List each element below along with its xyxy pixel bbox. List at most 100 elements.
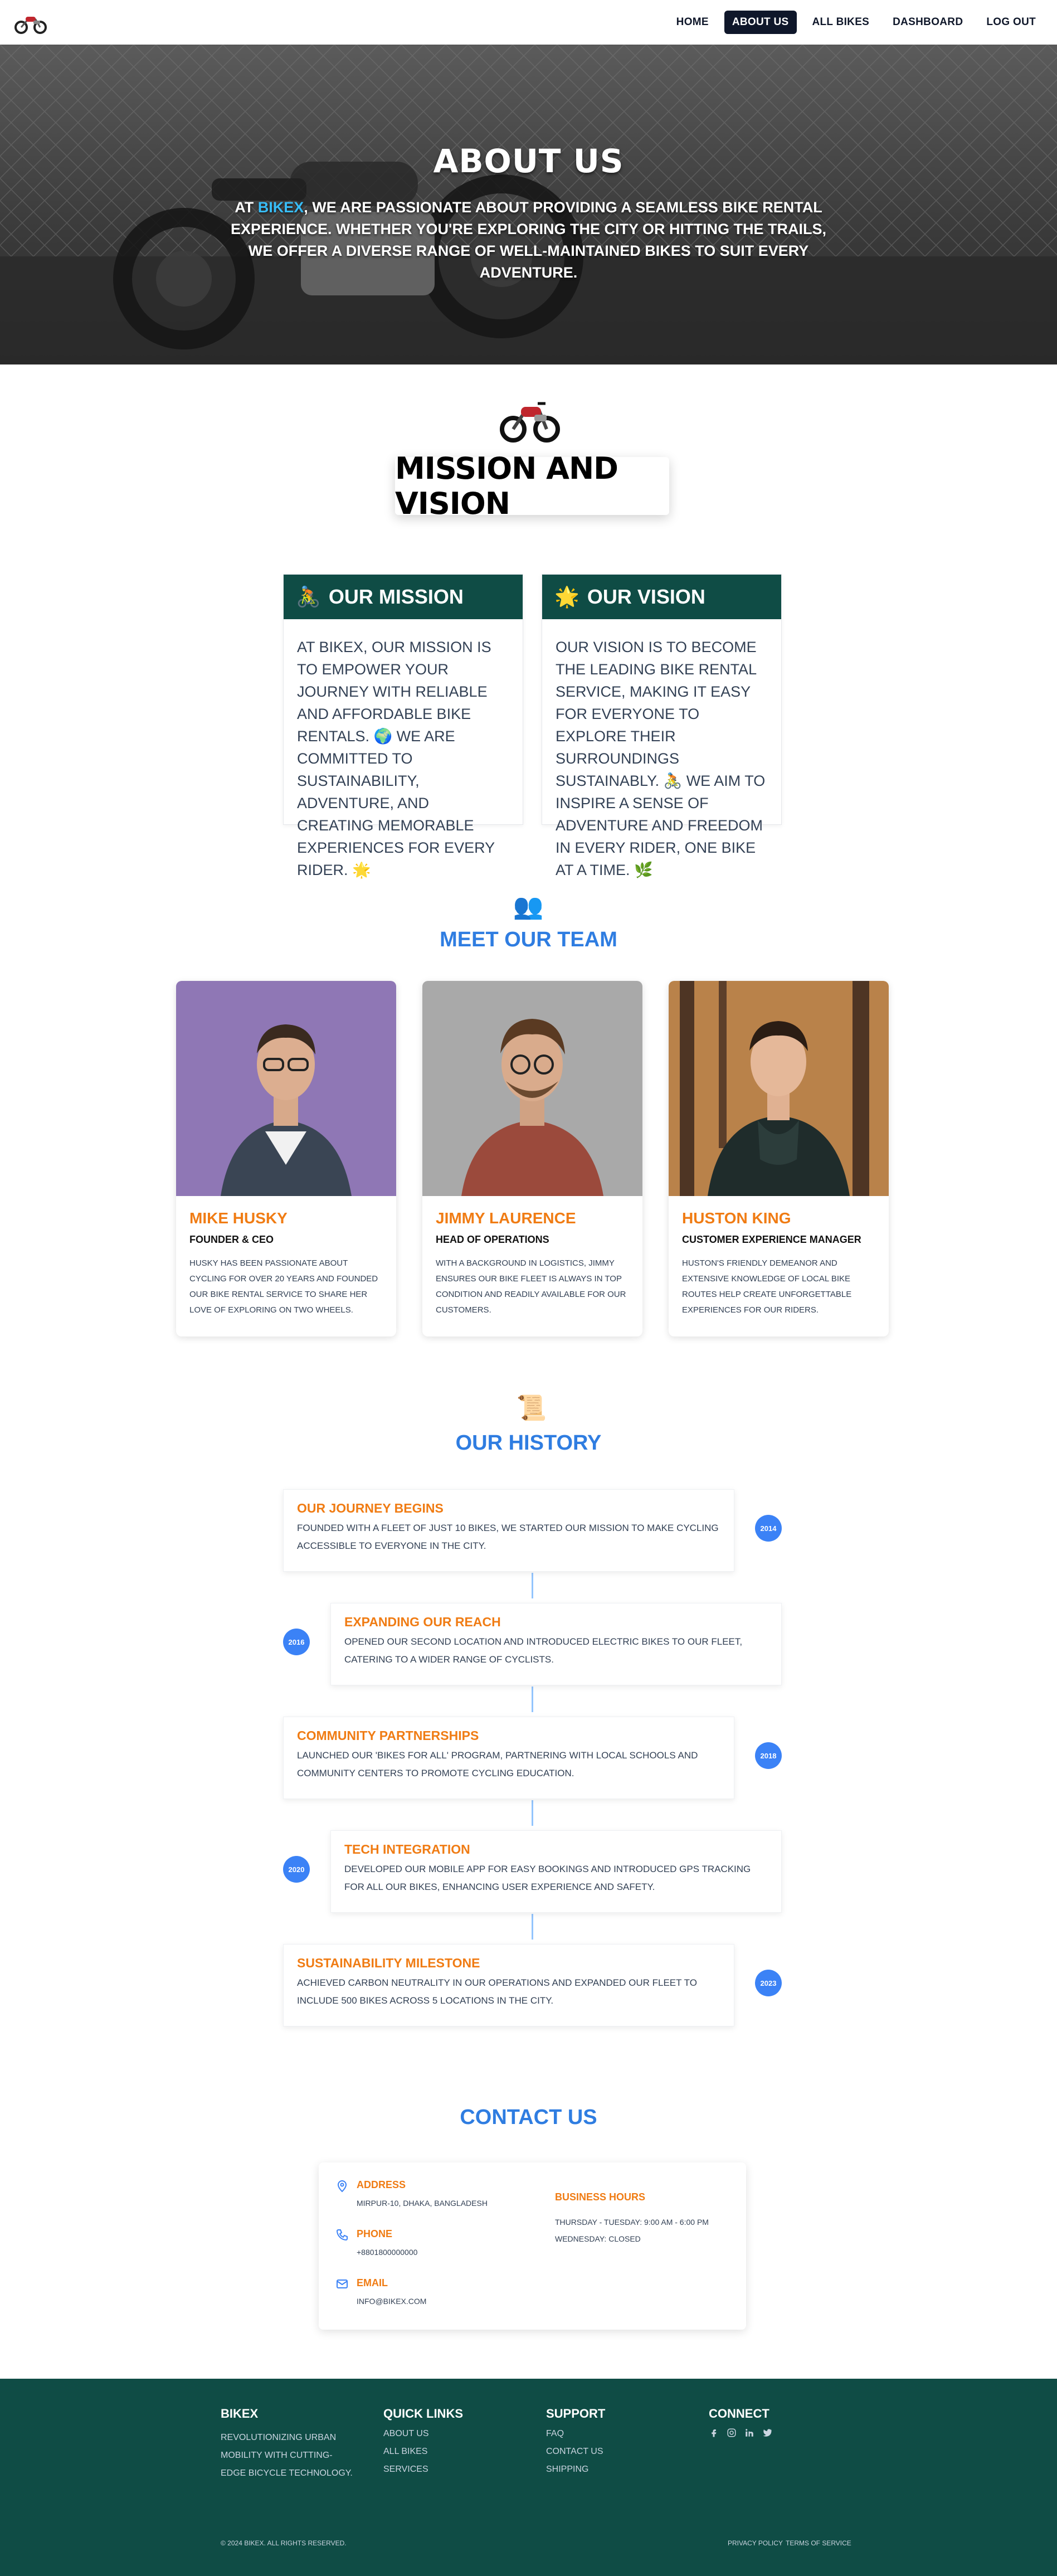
twitter-icon[interactable] [762,2428,772,2438]
nav-about-us[interactable]: About Us [724,11,797,34]
hero-title: About Us [433,142,624,180]
team-title: Meet Our Team [440,928,617,951]
team-role: Head of Operations [436,1234,549,1245]
team-card-jimmy: Jimmy Laurence Head of Operations With a… [422,981,642,1336]
team-role: Founder & CEO [189,1234,274,1245]
footer-tagline: Revolutionizing urban mobility with cutt… [221,2433,353,2478]
top-navbar: Home About Us All Bikes Dashboard Log Ou… [0,0,1057,45]
email-value[interactable]: info@bikex.com [357,2297,426,2306]
team-role: Customer Experience Manager [682,1234,861,1245]
nav-links: Home About Us All Bikes Dashboard Log Ou… [669,11,1044,34]
hero-description: At BikeX, we are passionate about provid… [222,197,835,284]
hero-content: About Us At BikeX, we are passionate abo… [0,142,1057,284]
timeline-event: Tech Integration Developed our mobile ap… [330,1830,782,1913]
motorcycle-icon [500,402,560,443]
mission-text: At BikeX, our mission is to empower your… [297,639,495,878]
footer-brand: BikeX [221,2407,259,2421]
vision-text: Our vision is to become the leading bike… [556,639,766,878]
vision-card: 🌟 Our Vision Our vision is to become the… [542,574,782,878]
nav-all-bikes[interactable]: All Bikes [805,11,878,34]
mission-vision-title: Mission and Vision [395,451,618,521]
team-photo-mike [176,981,396,1196]
mission-heading: Our Mission [328,585,464,608]
timeline-event-text: Opened our second location and introduce… [344,1636,743,1665]
mission-vision-header: Mission and Vision [395,451,669,521]
timeline-event-title: Community Partnerships [297,1728,479,1743]
timeline-event: Our Journey Begins Founded with a fleet … [283,1489,734,1572]
timeline-event-title: Tech Integration [344,1842,470,1856]
footer: BikeX Revolutionizing urban mobility wit… [0,2379,1057,2576]
star-icon: 🌟 [554,585,579,608]
footer-link-about[interactable]: About Us [383,2429,463,2439]
hero-banner: About Us At BikeX, we are passionate abo… [0,45,1057,364]
mission-card: 🚴 Our Mission At BikeX, our mission is t… [283,574,523,878]
hero-brand: BikeX [257,199,304,216]
connect-title: Connect [709,2407,769,2421]
hero-desc-rest: , we are passionate about providing a se… [230,199,827,281]
contact-card: Address Mirpur-10, Dhaka, Bangladesh Pho… [319,2162,746,2330]
address-label: Address [357,2179,406,2190]
contact-address: Address Mirpur-10, Dhaka, Bangladesh [335,2179,488,2208]
footer-quick-links: Quick Links About Us All Bikes Services [383,2407,463,2475]
email-label: Email [357,2277,388,2288]
timeline-year-badge: 2023 [755,1970,782,1996]
timeline-event-title: Expanding Our Reach [344,1615,501,1629]
team-photo-huston [669,981,889,1196]
footer-link-faq[interactable]: FAQ [546,2429,605,2439]
timeline-connector [532,1573,533,1598]
team-body-mike: Mike Husky Founder & CEO Husky has been … [176,1196,396,1331]
timeline-event-title: Sustainability Milestone [297,1956,480,1970]
nav-dashboard[interactable]: Dashboard [885,11,971,34]
phone-label: Phone [357,2228,393,2239]
terms-link[interactable]: Terms of Service [786,2539,851,2547]
map-pin-icon [337,2180,347,2193]
contact-email: Email info@bikex.com [335,2277,426,2306]
timeline-year-badge: 2014 [755,1515,782,1542]
timeline-year-badge: 2016 [283,1629,310,1655]
address-value: Mirpur-10, Dhaka, Bangladesh [357,2199,488,2208]
footer-link-services[interactable]: Services [383,2465,463,2475]
social-icons [709,2428,772,2438]
footer-support: Support FAQ Contact Us Shipping [546,2407,605,2475]
cyclist-icon: 🚴 [296,585,321,608]
team-name: Huston King [682,1209,791,1227]
business-hours: Business Hours Thursday - Tuesday: 9:00 … [555,2191,709,2243]
footer-connect: Connect [709,2407,772,2438]
hours-weekdays: Thursday - Tuesday: 9:00 AM - 6:00 PM [555,2218,709,2227]
timeline-connector [532,1914,533,1940]
team-bio: With a background in logistics, Jimmy en… [436,1258,626,1315]
hero-desc-start: At [235,199,258,216]
team-card-huston: Huston King Customer Experience Manager … [669,981,889,1336]
facebook-icon[interactable] [709,2428,719,2438]
nav-home[interactable]: Home [669,11,717,34]
team-card-mike: Mike Husky Founder & CEO Husky has been … [176,981,396,1336]
contact-title: Contact Us [460,2106,597,2129]
mission-card-header: 🚴 Our Mission [284,575,523,619]
timeline-event-text: Achieved carbon neutrality in our operat… [297,1977,697,2006]
vision-card-header: 🌟 Our Vision [542,575,781,619]
mail-icon [337,2279,348,2288]
scroll-icon: 📜 [516,1394,547,1422]
footer-link-shipping[interactable]: Shipping [546,2465,605,2475]
team-body-huston: Huston King Customer Experience Manager … [669,1196,889,1331]
contact-phone: Phone +8801800000000 [335,2228,417,2257]
linkedin-icon[interactable] [744,2428,754,2438]
privacy-link[interactable]: Privacy Policy [728,2539,783,2547]
timeline-event-text: Founded with a fleet of just 10 bikes, w… [297,1523,719,1551]
team-name: Mike Husky [189,1209,288,1227]
timeline-event-text: Developed our mobile app for easy bookin… [344,1864,751,1892]
vision-heading: Our Vision [587,585,705,608]
nav-logout[interactable]: Log Out [978,11,1044,34]
timeline-year-badge: 2018 [755,1742,782,1769]
phone-value[interactable]: +8801800000000 [357,2248,417,2257]
instagram-icon[interactable] [727,2428,737,2438]
phone-icon [336,2229,348,2241]
team-bio: Huston's friendly demeanor and extensive… [682,1258,852,1315]
footer-link-bikes[interactable]: All Bikes [383,2447,463,2457]
quick-links-title: Quick Links [383,2407,463,2421]
footer-link-contact[interactable]: Contact Us [546,2447,605,2457]
hours-wednesday: Wednesday: Closed [555,2234,641,2243]
motorcycle-logo-icon[interactable] [13,9,48,35]
team-icon: 👥 [513,893,544,920]
timeline-event: Community Partnerships Launched our 'Bik… [283,1717,734,1799]
